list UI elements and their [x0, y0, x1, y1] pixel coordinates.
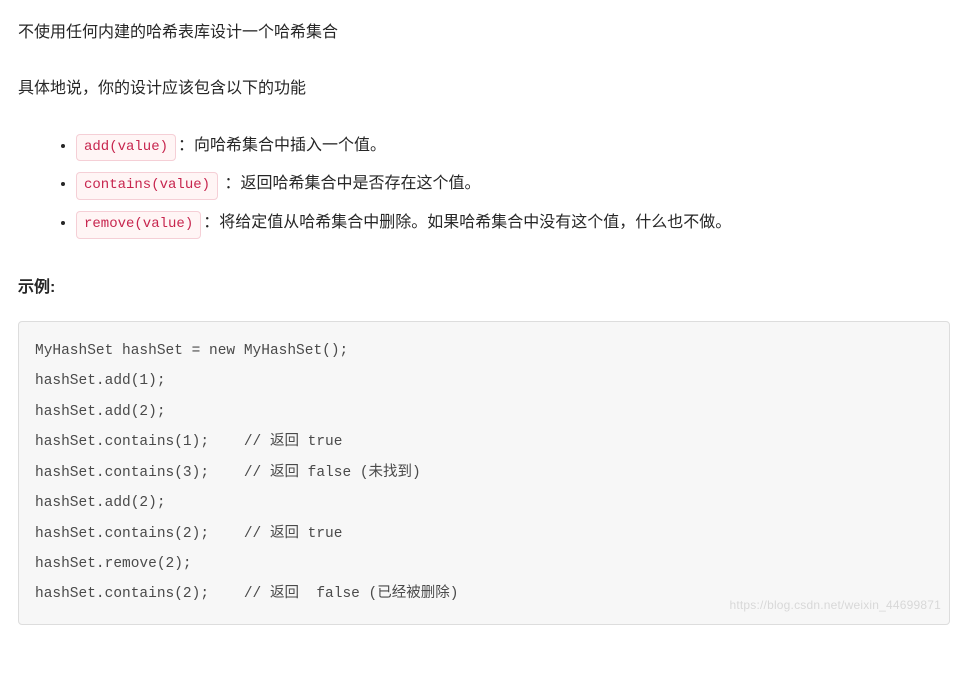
code-line: hashSet.contains(2); // 返回 true: [35, 526, 342, 542]
code-line: hashSet.add(2);: [35, 404, 244, 420]
intro-line-2: 具体地说，你的设计应该包含以下的功能: [18, 74, 950, 104]
code-line: hashSet.add(2);: [35, 495, 253, 511]
list-item: contains(value) ：返回哈希集合中是否存在这个值。: [76, 169, 950, 200]
code-contains: contains(value): [76, 172, 218, 200]
intro-line-1: 不使用任何内建的哈希表库设计一个哈希集合: [18, 18, 950, 48]
code-line: hashSet.contains(2); // 返回 false (已经被删除): [35, 586, 458, 602]
code-remove: remove(value): [76, 211, 201, 239]
code-example-block: MyHashSet hashSet = new MyHashSet(); has…: [18, 321, 950, 625]
code-line: hashSet.add(1);: [35, 373, 244, 389]
feature-list: add(value)：向哈希集合中插入一个值。 contains(value) …: [18, 131, 950, 239]
code-line: hashSet.contains(3); // 返回 false (未找到): [35, 465, 421, 481]
list-item-desc: ：返回哈希集合中是否存在这个值。: [220, 175, 480, 192]
watermark: https://blog.csdn.net/weixin_44699871: [729, 593, 941, 618]
list-item: remove(value)：将给定值从哈希集合中删除。如果哈希集合中没有这个值，…: [76, 208, 950, 239]
list-item-desc: ：将给定值从哈希集合中删除。如果哈希集合中没有这个值，什么也不做。: [203, 214, 731, 231]
code-line: hashSet.contains(1); // 返回 true: [35, 434, 342, 450]
code-line: MyHashSet hashSet = new MyHashSet();: [35, 343, 348, 359]
example-heading: 示例:: [18, 273, 950, 303]
code-line: hashSet.remove(2);: [35, 556, 279, 572]
code-add: add(value): [76, 134, 176, 162]
list-item-desc: ：向哈希集合中插入一个值。: [178, 137, 386, 154]
list-item: add(value)：向哈希集合中插入一个值。: [76, 131, 950, 162]
